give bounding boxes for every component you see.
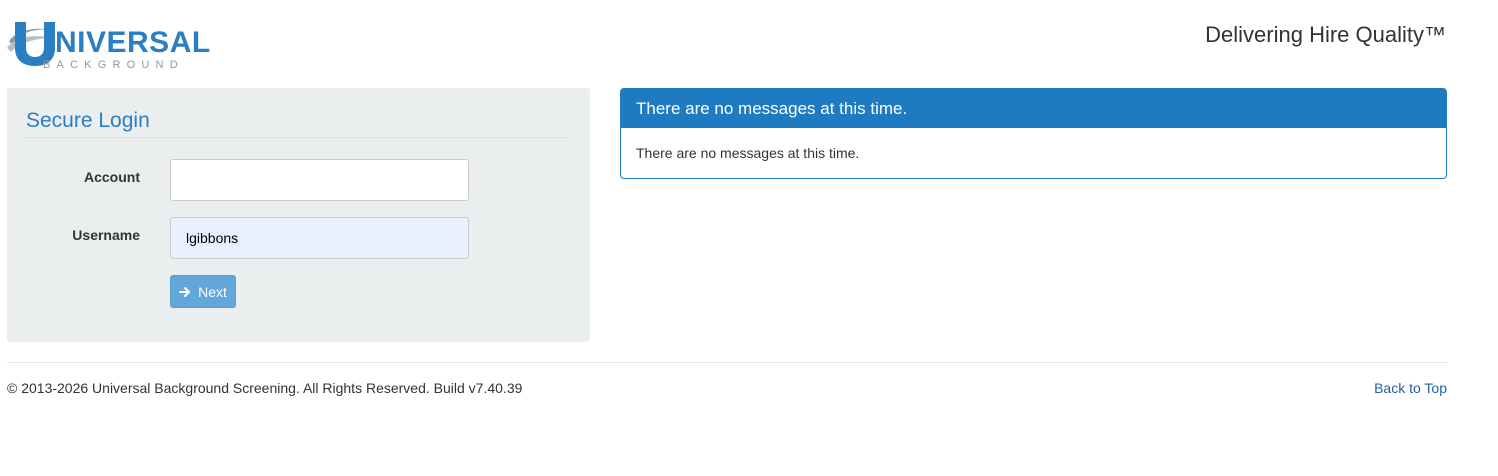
messages-body: There are no messages at this time. — [636, 145, 860, 161]
messages-panel: There are no messages at this time. Ther… — [620, 88, 1447, 179]
page: NIVERSAL BACKGROUND Delivering Hire Qual… — [0, 0, 1498, 476]
secure-login-panel: Secure Login Account Username Next — [7, 88, 590, 342]
next-button-label: Next — [198, 283, 227, 300]
next-button[interactable]: Next — [170, 275, 236, 308]
tagline: Delivering Hire Quality™ — [1205, 22, 1446, 47]
account-input[interactable] — [170, 159, 469, 201]
back-to-top-link[interactable]: Back to Top — [1374, 380, 1447, 396]
copyright-text: © 2013-2026 Universal Background Screeni… — [7, 380, 523, 396]
messages-header: There are no messages at this time. — [621, 89, 1446, 128]
logo-text: NIVERSAL — [55, 26, 211, 59]
logo-subtext: BACKGROUND — [43, 59, 184, 71]
account-label: Account — [84, 169, 140, 185]
login-title-divider — [26, 137, 571, 138]
footer-divider — [7, 362, 1447, 363]
arrow-right-icon — [179, 286, 191, 297]
username-label: Username — [72, 227, 140, 243]
logo-graphic: NIVERSAL BACKGROUND — [7, 22, 211, 71]
login-title: Secure Login — [26, 109, 150, 132]
universal-background-logo[interactable]: NIVERSAL BACKGROUND — [7, 18, 217, 72]
username-input[interactable] — [170, 217, 469, 259]
